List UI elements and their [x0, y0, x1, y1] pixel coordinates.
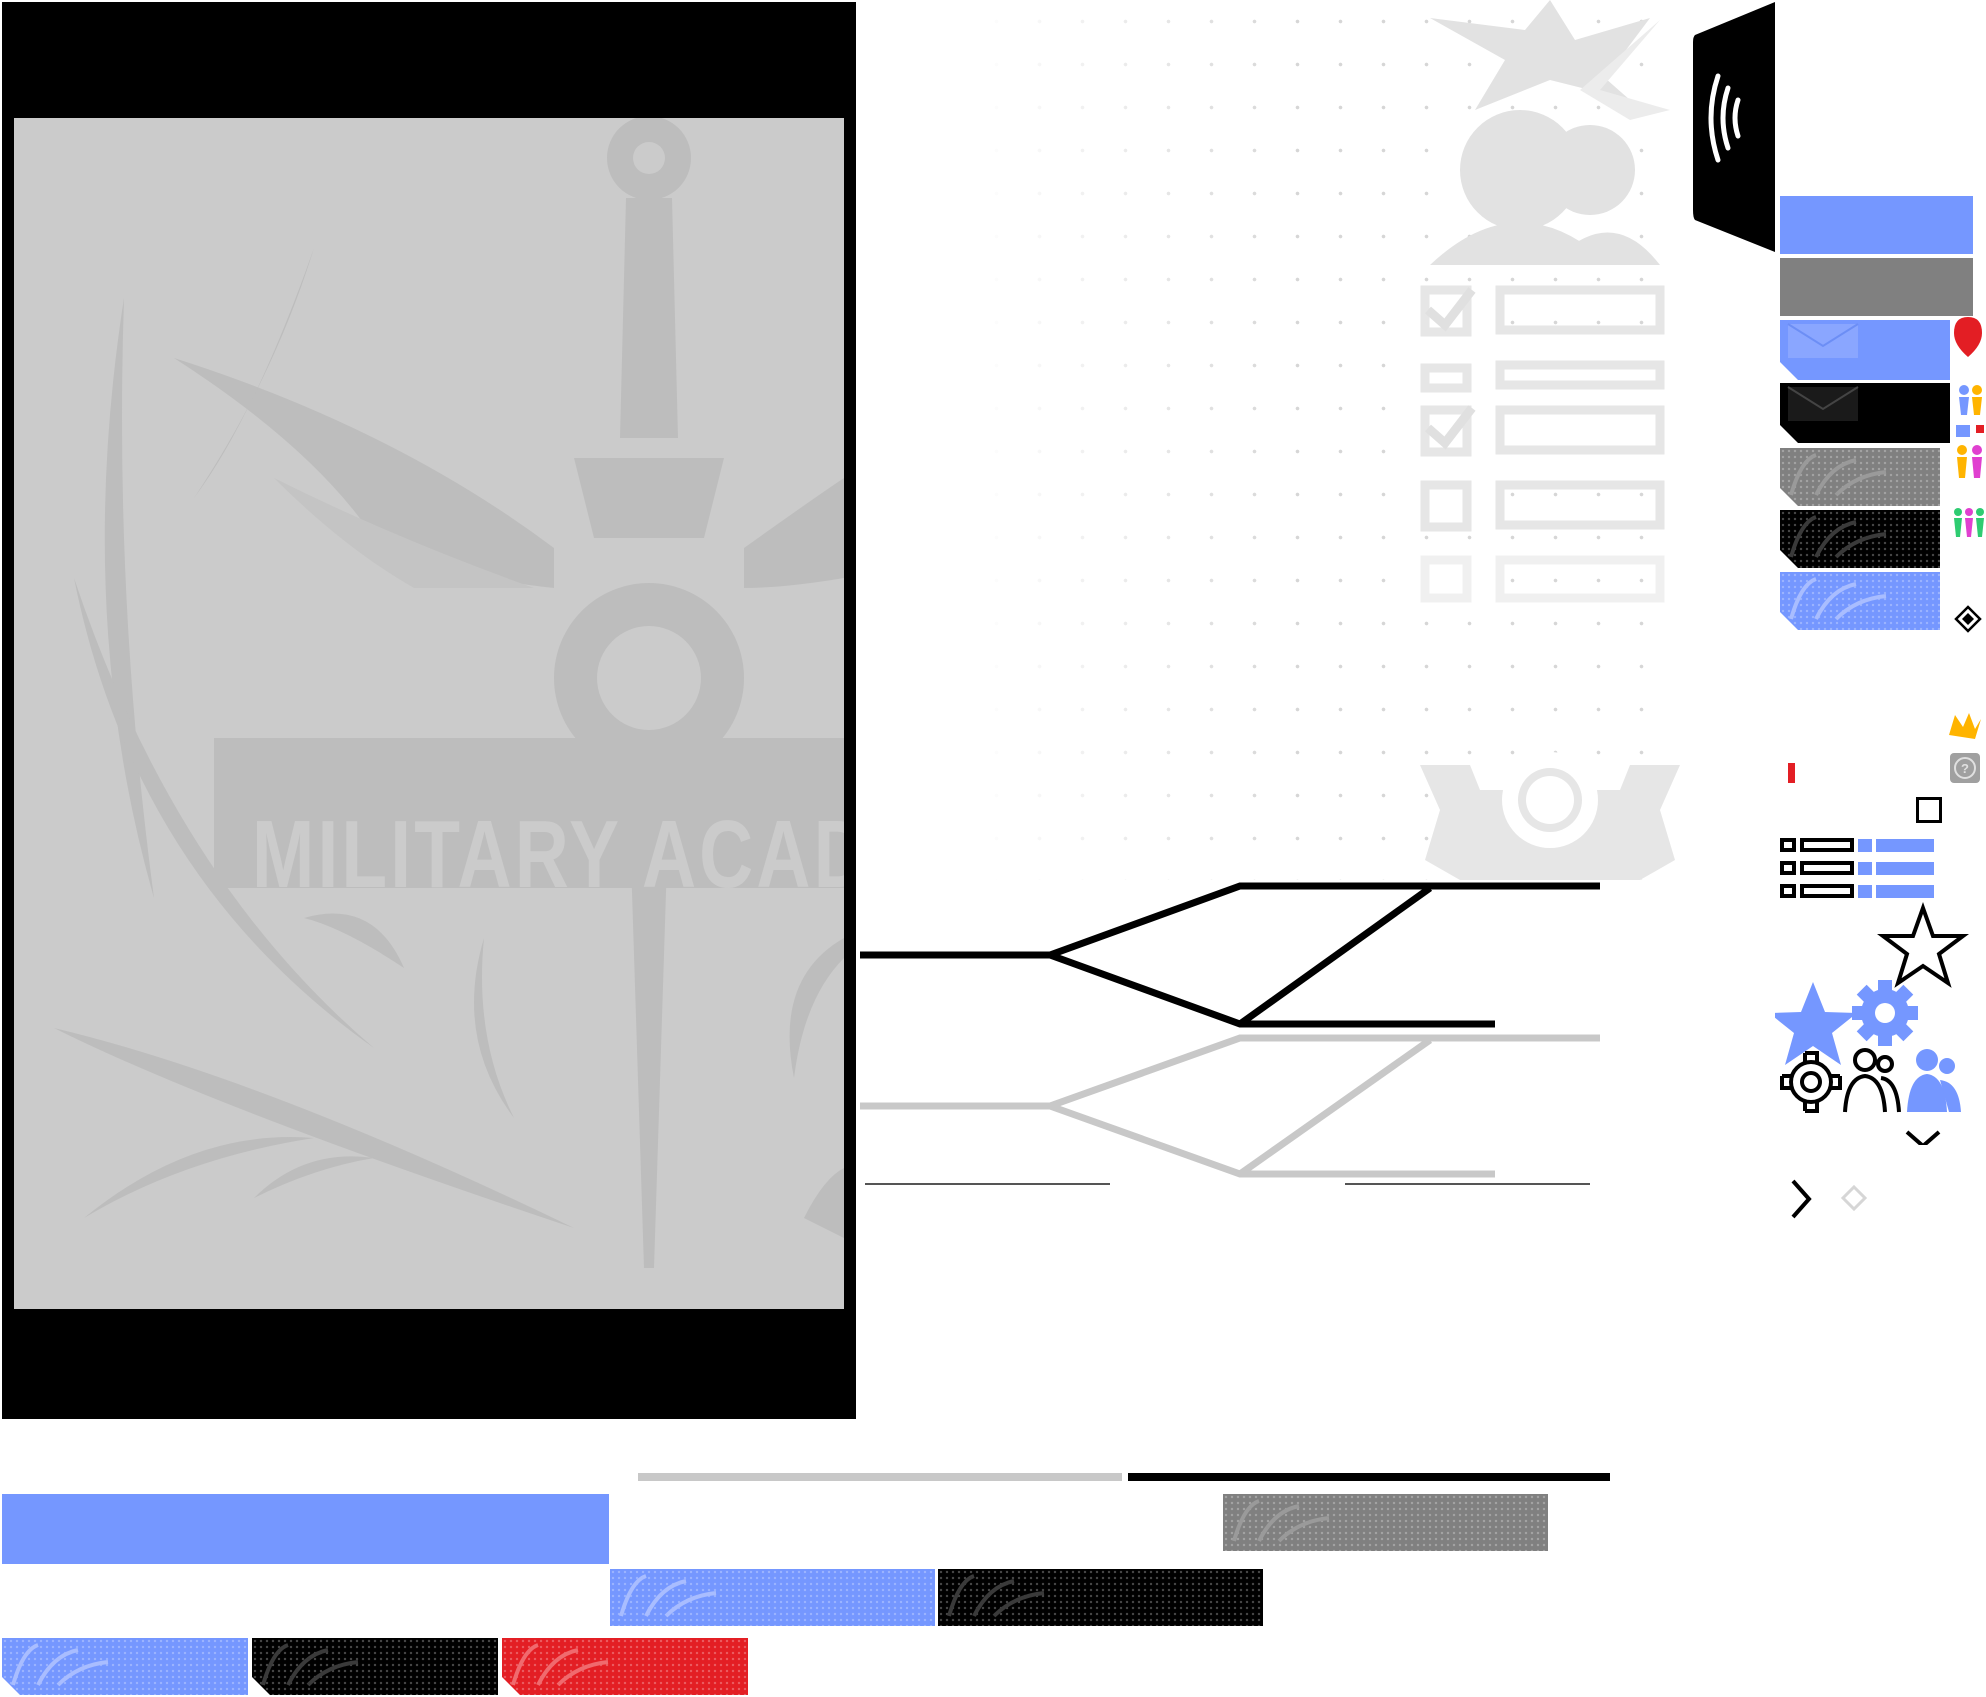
envelope-icon	[1786, 385, 1866, 425]
icon-sprite-grid	[1775, 902, 1969, 1145]
gear-outline-icon	[1780, 1051, 1842, 1113]
blue-mail-card[interactable]	[1780, 320, 1950, 380]
flourish-icon	[8, 1640, 118, 1690]
list-icon	[1780, 838, 1854, 898]
user-group-outline-icon	[1843, 1048, 1901, 1113]
svg-text:?: ?	[1961, 761, 1969, 776]
blue-button-sprite[interactable]	[1780, 196, 1973, 254]
envelope-icon	[1786, 322, 1866, 362]
blue-pattern-bar[interactable]	[610, 1569, 935, 1626]
flourish-icon	[258, 1640, 368, 1690]
branch-line-grey	[860, 1034, 1600, 1178]
black-pattern-bar[interactable]	[938, 1569, 1263, 1626]
user-group-filled-icon	[1907, 1049, 1961, 1112]
small-icon-column	[1954, 317, 1984, 633]
flourish-icon	[1786, 512, 1896, 562]
black-flourish-card[interactable]	[1780, 510, 1940, 568]
signal-tab[interactable]	[1690, 0, 1780, 260]
grey-button-sprite[interactable]	[1780, 258, 1973, 316]
people-icon	[1957, 445, 1982, 478]
checkbox-icon[interactable]	[1916, 797, 1942, 823]
list-icon	[1858, 839, 1934, 898]
flourish-icon	[619, 1574, 717, 1618]
flourish-icon	[508, 1640, 618, 1690]
flourish-icon	[947, 1574, 1045, 1618]
red-marker	[1788, 763, 1795, 783]
people-icon	[1956, 385, 1984, 437]
flourish-icon	[1786, 450, 1896, 500]
blue-notch-bar[interactable]	[2, 1638, 248, 1695]
map-pin-icon	[1954, 317, 1982, 357]
list-icon-group	[1780, 838, 1934, 898]
diamond-outline-icon	[1840, 1184, 1868, 1212]
people-icon	[1954, 508, 1984, 537]
help-icon: ?	[1950, 753, 1980, 783]
chevron-diamond-group	[1791, 1179, 1868, 1219]
blue-flourish-card[interactable]	[1780, 572, 1940, 630]
branch-lines	[638, 882, 1610, 1481]
grey-flourish-card[interactable]	[1780, 448, 1940, 506]
diamond-icon	[1954, 605, 1982, 633]
chevron-right-icon	[1791, 1179, 1812, 1219]
gear-filled-icon	[1852, 980, 1918, 1046]
crown-help-group: ?	[1949, 713, 1981, 783]
star-outline-icon	[1877, 902, 1969, 988]
chevron-down-icon	[1905, 1130, 1941, 1145]
branch-line-black	[860, 882, 1600, 1028]
crown-icon	[1949, 713, 1981, 739]
red-notch-bar[interactable]	[502, 1638, 748, 1695]
flourish-icon	[1786, 574, 1896, 624]
wide-blue-bar[interactable]	[2, 1494, 609, 1564]
grey-pattern-bar[interactable]	[1223, 1494, 1548, 1551]
flourish-icon	[1232, 1499, 1330, 1543]
black-mail-card[interactable]	[1780, 383, 1950, 443]
black-notch-bar[interactable]	[252, 1638, 498, 1695]
